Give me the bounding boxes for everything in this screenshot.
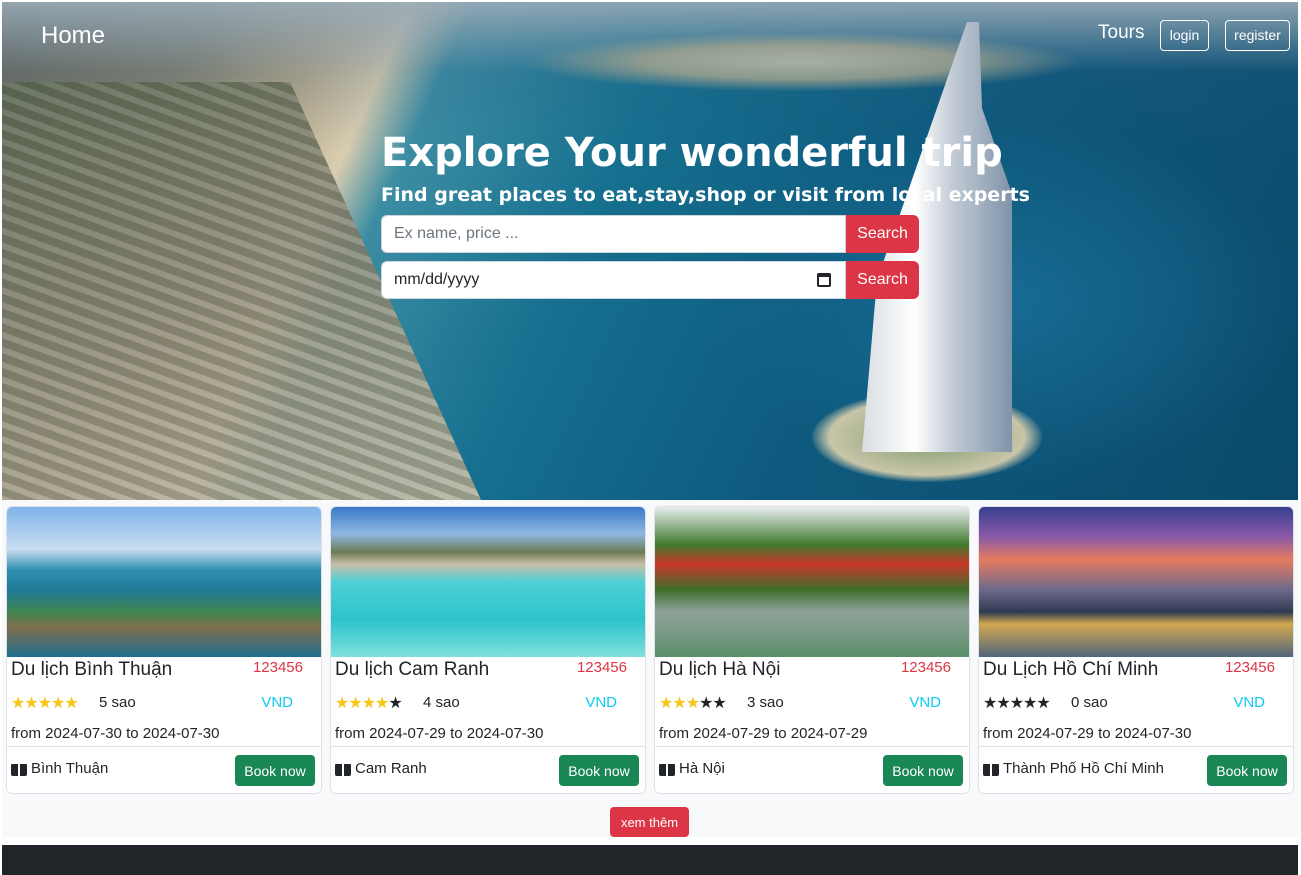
- star-icon: ★: [335, 693, 349, 712]
- hero-islands-image: [522, 32, 1082, 92]
- tour-card-footer: Bình Thuận Book now: [7, 746, 321, 793]
- date-search-form: mm/dd/yyyy Search: [381, 261, 919, 299]
- star-icon: ★: [699, 693, 713, 712]
- tour-rating: 0 sao: [1071, 694, 1108, 711]
- tour-location: Thành Phố Hồ Chí Minh: [1003, 760, 1164, 777]
- tour-card-footer: Cam Ranh Book now: [331, 746, 645, 793]
- tour-dates: from 2024-07-29 to 2024-07-30: [983, 725, 1192, 742]
- star-icon: ★: [24, 693, 38, 712]
- star-icon: ★: [361, 693, 376, 712]
- tour-stars: ★★★★★: [659, 693, 727, 712]
- tour-rating: 4 sao: [423, 694, 460, 711]
- tour-rating: 5 sao: [99, 694, 136, 711]
- star-icon: ★: [51, 693, 65, 712]
- tour-location: Cam Ranh: [355, 760, 427, 777]
- star-icon: ★: [64, 693, 78, 712]
- tour-image[interactable]: [331, 507, 645, 657]
- star-icon: ★: [659, 693, 673, 712]
- star-icon: ★: [375, 693, 389, 712]
- search-button[interactable]: Search: [846, 215, 919, 253]
- tour-currency: VND: [909, 694, 941, 711]
- star-icon: ★: [672, 693, 686, 712]
- search-form: Ex name, price ... Search: [381, 215, 919, 253]
- nav-tours-link[interactable]: Tours: [1098, 22, 1144, 44]
- hero-title: Explore Your wonderful trip: [381, 130, 1003, 176]
- book-open-icon: [335, 764, 351, 776]
- tour-dates: from 2024-07-30 to 2024-07-30: [11, 725, 220, 742]
- tour-stars: ★★★★★: [983, 693, 1051, 712]
- tour-title[interactable]: Du lịch Bình Thuận: [11, 659, 172, 681]
- tour-stars: ★★★★★: [335, 693, 403, 712]
- tour-image[interactable]: [7, 507, 321, 657]
- star-icon: ★: [983, 693, 997, 712]
- see-more-button[interactable]: xem thêm: [610, 807, 689, 837]
- star-icon: ★: [348, 693, 362, 712]
- tour-card: Du lịch Hà Nội 123456 ★★★★★ 3 sao VND from 20…: [654, 506, 970, 794]
- tour-price: 123456: [1224, 659, 1275, 676]
- book-open-icon: [11, 764, 27, 776]
- tour-image[interactable]: [979, 507, 1293, 657]
- tour-dates: from 2024-07-29 to 2024-07-29: [659, 725, 868, 742]
- star-icon: ★: [685, 693, 700, 712]
- tour-rating: 3 sao: [747, 694, 784, 711]
- star-icon: ★: [11, 693, 25, 712]
- tour-card: Du lịch Cam Ranh 123456 ★★★★★ 4 sao VND from …: [330, 506, 646, 794]
- star-icon: ★: [1036, 693, 1050, 712]
- star-icon: ★: [1023, 693, 1037, 712]
- tour-price: 123456: [576, 659, 627, 676]
- star-icon: ★: [37, 693, 52, 712]
- tour-card: Du Lịch Hồ Chí Minh 123456 ★★★★★ 0 sao VND fr…: [978, 506, 1294, 794]
- book-now-button[interactable]: Book now: [559, 755, 639, 786]
- star-icon: ★: [388, 693, 402, 712]
- star-icon: ★: [996, 693, 1010, 712]
- hero-subtitle: Find great places to eat,stay,shop or vi…: [381, 184, 1030, 206]
- tour-currency: VND: [1233, 694, 1265, 711]
- date-search-button[interactable]: Search: [846, 261, 919, 299]
- date-input-value: mm/dd/yyyy: [394, 271, 480, 288]
- tour-title[interactable]: Du Lịch Hồ Chí Minh: [983, 659, 1158, 681]
- tour-currency: VND: [261, 694, 293, 711]
- login-button[interactable]: login: [1160, 20, 1209, 51]
- search-input[interactable]: Ex name, price ...: [381, 215, 846, 253]
- tour-price: 123456: [252, 659, 303, 676]
- tour-dates: from 2024-07-29 to 2024-07-30: [335, 725, 544, 742]
- calendar-icon[interactable]: [817, 273, 831, 287]
- book-open-icon: [659, 764, 675, 776]
- date-input[interactable]: mm/dd/yyyy: [381, 261, 846, 299]
- tour-location: Hà Nội: [679, 760, 725, 777]
- tour-image[interactable]: [655, 507, 969, 657]
- tour-location: Bình Thuận: [31, 760, 109, 777]
- tour-card-footer: Thành Phố Hồ Chí Minh Book now: [979, 746, 1293, 793]
- tour-card: Du lịch Bình Thuận 123456 ★★★★★ 5 sao VND fro…: [6, 506, 322, 794]
- tour-stars: ★★★★★: [11, 693, 79, 712]
- register-button[interactable]: register: [1225, 20, 1290, 51]
- tour-card-footer: Hà Nội Book now: [655, 746, 969, 793]
- star-icon: ★: [712, 693, 726, 712]
- tour-title[interactable]: Du lịch Hà Nội: [659, 659, 780, 681]
- home-link[interactable]: Home: [41, 22, 105, 50]
- star-icon: ★: [1009, 693, 1024, 712]
- tour-currency: VND: [585, 694, 617, 711]
- book-now-button[interactable]: Book now: [883, 755, 963, 786]
- book-now-button[interactable]: Book now: [1207, 755, 1287, 786]
- book-open-icon: [983, 764, 999, 776]
- book-now-button[interactable]: Book now: [235, 755, 315, 786]
- tour-price: 123456: [900, 659, 951, 676]
- page-footer: [2, 845, 1298, 875]
- tour-title[interactable]: Du lịch Cam Ranh: [335, 659, 489, 681]
